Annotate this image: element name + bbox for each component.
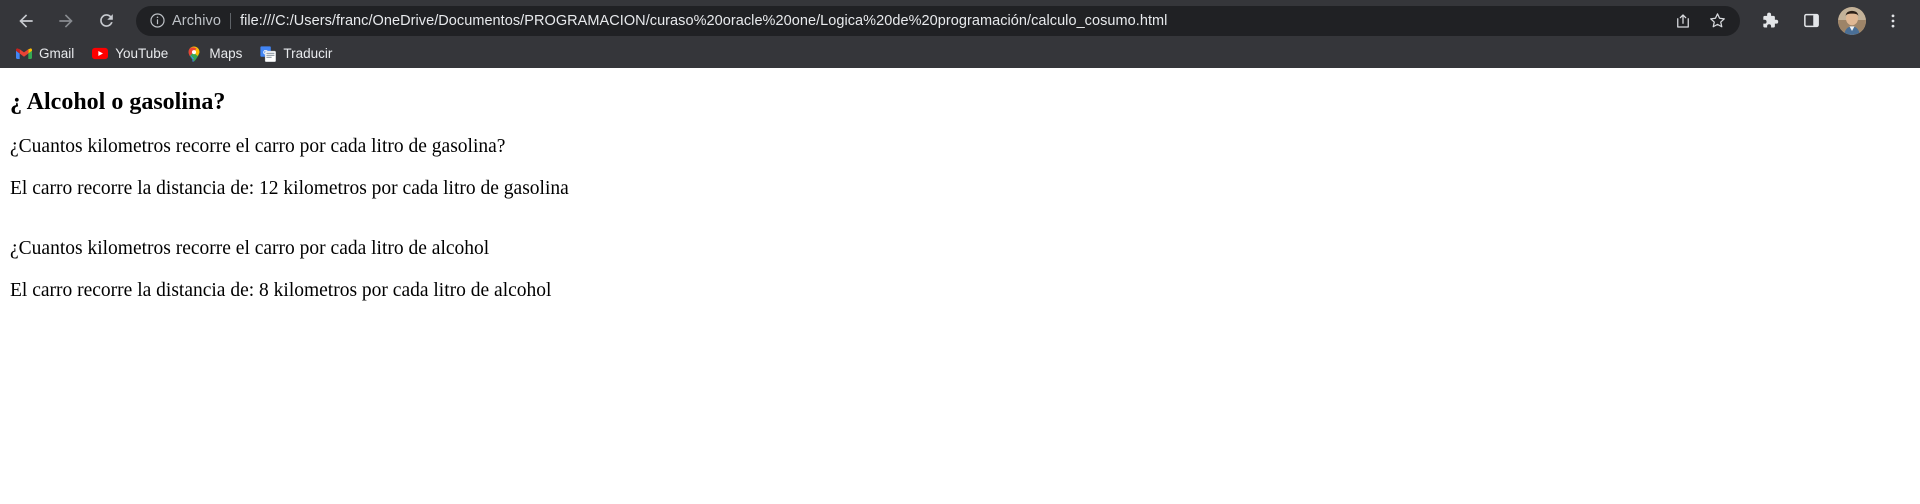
- question-gasolina: ¿Cuantos kilometros recorre el carro por…: [10, 136, 506, 158]
- scheme-label: Archivo: [172, 12, 222, 29]
- bookmark-label: Traducir: [283, 46, 333, 61]
- bookmark-star-button[interactable]: [1703, 7, 1731, 35]
- bookmark-gmail[interactable]: Gmail: [8, 43, 82, 65]
- google-translate-icon: G: [260, 45, 277, 62]
- browser-toolbar: Archivo file:///C:/Users/franc/OneDrive/…: [0, 0, 1920, 41]
- avatar-photo: [1838, 6, 1866, 35]
- star-icon: [1709, 13, 1725, 28]
- page-viewport: ¿ Alcohol o gasolina? ¿Cuantos kilometro…: [0, 68, 1920, 504]
- bookmark-label: Gmail: [39, 46, 75, 61]
- reload-button[interactable]: [88, 3, 124, 39]
- browser-menu-button[interactable]: [1877, 5, 1909, 37]
- side-panel-icon: [1803, 13, 1819, 28]
- bookmark-label: YouTube: [115, 46, 169, 61]
- avatar[interactable]: [1838, 6, 1866, 35]
- google-maps-icon: [186, 45, 202, 62]
- side-panel-button[interactable]: [1795, 5, 1827, 37]
- forward-button[interactable]: [48, 3, 84, 39]
- omnibox-actions: [1666, 7, 1738, 35]
- document-body: ¿ Alcohol o gasolina? ¿Cuantos kilometro…: [0, 89, 1920, 302]
- share-icon: [1677, 13, 1689, 28]
- forward-arrow-icon: [59, 13, 73, 28]
- question-alcohol: ¿Cuantos kilometros recorre el carro por…: [10, 238, 490, 260]
- back-button[interactable]: [8, 3, 44, 39]
- youtube-icon: [92, 46, 109, 62]
- browser-window: Archivo file:///C:/Users/franc/OneDrive/…: [0, 0, 1920, 504]
- bookmark-maps[interactable]: Maps: [178, 43, 250, 65]
- bookmarks-bar: Gmail YouTube Maps Traducir: [0, 41, 1920, 68]
- page-title: ¿ Alcohol o gasolina?: [10, 89, 226, 115]
- share-button[interactable]: [1669, 7, 1697, 35]
- three-dots-vertical-icon: [1891, 14, 1895, 27]
- bookmark-youtube[interactable]: YouTube: [84, 43, 176, 65]
- answer-alcohol: El carro recorre la distancia de: 8 kilo…: [10, 279, 552, 301]
- answer-gasolina: El carro recorre la distancia de: 12 kil…: [10, 177, 569, 199]
- omnibox-divider: [230, 12, 232, 29]
- address-bar[interactable]: Archivo file:///C:/Users/franc/OneDrive/…: [136, 5, 1740, 36]
- reload-icon: [99, 14, 113, 27]
- back-arrow-icon: [19, 13, 33, 28]
- extensions-button[interactable]: [1753, 5, 1785, 37]
- gmail-icon: [16, 46, 32, 62]
- puzzle-icon: [1762, 12, 1778, 28]
- bookmark-traducir[interactable]: G Traducir: [252, 43, 340, 65]
- info-circle-icon[interactable]: [146, 10, 168, 32]
- url-text[interactable]: file:///C:/Users/franc/OneDrive/Document…: [240, 13, 1666, 29]
- bookmark-label: Maps: [209, 46, 243, 61]
